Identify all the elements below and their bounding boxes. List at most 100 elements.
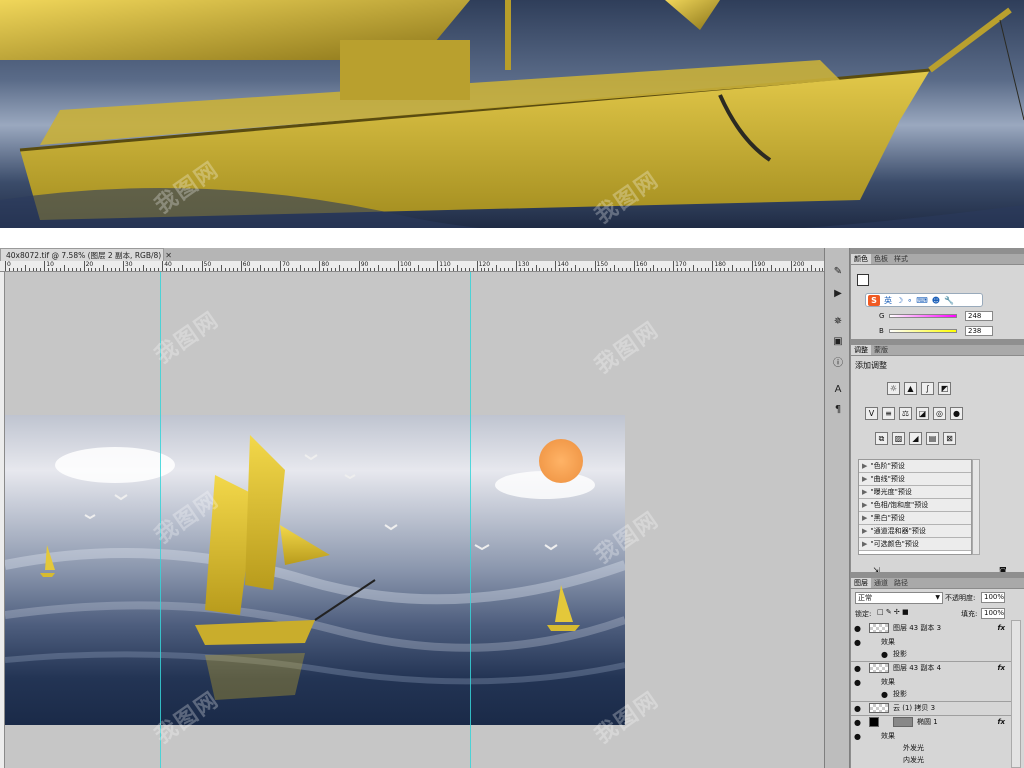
ime-logo[interactable]: S [868, 294, 880, 306]
compass-icon[interactable]: ✵ [831, 314, 845, 328]
ruler-minor-tick [401, 268, 403, 271]
ruler-major-tick [398, 261, 399, 271]
fx-icon[interactable]: fx [997, 716, 1005, 728]
ruler-minor-tick [602, 268, 604, 271]
presets-scrollbar[interactable] [972, 459, 980, 555]
channel-value[interactable]: 238 [965, 326, 993, 336]
black-white-icon[interactable]: ◪ [916, 407, 929, 420]
ruler-minor-tick [586, 268, 588, 271]
preset-item[interactable]: ▶ "曝光度"预设 [859, 486, 971, 499]
hue-saturation-icon[interactable]: ≡ [882, 407, 895, 420]
brush-presets-icon[interactable]: ✎ [831, 264, 845, 278]
image-icon[interactable]: ▣ [831, 334, 845, 348]
guide-line[interactable] [470, 272, 471, 768]
foreground-swatch[interactable] [857, 274, 869, 286]
eye-icon[interactable]: ● [881, 649, 888, 661]
close-icon[interactable]: ✕ [165, 251, 172, 260]
tab-layers[interactable]: 图层 [851, 578, 871, 588]
preset-item[interactable]: ▶ "色相/饱和度"预设 [859, 499, 971, 512]
ruler-minor-tick [107, 268, 109, 271]
effect-row[interactable]: 外发光 [851, 742, 1011, 754]
channel-slider[interactable] [889, 314, 957, 318]
posterize-icon[interactable]: ▨ [892, 432, 905, 445]
tab-adjustments[interactable]: 调整 [851, 345, 871, 355]
eye-icon[interactable]: ● [854, 623, 861, 635]
moon-icon[interactable]: ☽ [896, 296, 903, 305]
info-icon[interactable]: ⓘ [831, 354, 845, 369]
curves-icon[interactable]: ∫ [921, 382, 934, 395]
tab-masks[interactable]: 蒙版 [871, 345, 891, 355]
ruler-major-tick [280, 261, 282, 271]
layers-scrollbar[interactable] [1011, 620, 1021, 768]
keyboard-icon[interactable]: ⌨ [916, 296, 928, 305]
ime-language-toggle[interactable]: 英 [884, 295, 892, 306]
play-icon[interactable]: ▶ [831, 286, 845, 300]
channel-value[interactable]: 248 [965, 311, 993, 321]
exposure-icon[interactable]: ◩ [938, 382, 951, 395]
effects-row[interactable]: ● 效果 [851, 730, 1011, 742]
tab-channels[interactable]: 通道 [871, 578, 891, 588]
eye-icon[interactable]: ● [854, 703, 861, 715]
ruler-minor-tick [818, 268, 820, 271]
effect-row[interactable]: 内发光 [851, 754, 1011, 766]
punctuation-icon[interactable]: ∘ [907, 296, 912, 305]
selective-color-icon[interactable]: ⊠ [943, 432, 956, 445]
adjustment-presets-list: ▶ "色阶"预设 ▶ "曲线"预设 ▶ "曝光度"预设 ▶ "色相/饱和度"预设 ▶ "黑… [858, 459, 972, 555]
artwork-canvas[interactable] [5, 415, 625, 725]
ruler-minor-tick [91, 268, 93, 271]
user-icon[interactable]: ☻ [932, 296, 940, 305]
layer-row[interactable]: ● 图层 43 副本 4 fx [851, 662, 1011, 674]
blend-mode-select[interactable]: 正常 ▼ [855, 592, 943, 604]
fx-icon[interactable]: fx [997, 622, 1005, 634]
effects-row[interactable]: ● 效果 [851, 676, 1011, 688]
photo-filter-icon[interactable]: ◎ [933, 407, 946, 420]
wrench-icon[interactable]: 🔧 [944, 296, 954, 305]
guide-line[interactable] [160, 272, 161, 768]
color-balance-icon[interactable]: ⚖ [899, 407, 912, 420]
channel-mixer-icon[interactable]: ● [950, 407, 963, 420]
tab-swatches[interactable]: 色板 [871, 254, 891, 264]
fill-input[interactable]: 100% [981, 608, 1005, 619]
ruler-minor-tick [48, 268, 50, 271]
eye-icon[interactable]: ● [854, 663, 861, 675]
paragraph-icon[interactable]: ¶ [831, 402, 845, 416]
ruler-minor-tick [323, 268, 325, 271]
ruler-minor-tick [193, 268, 195, 271]
eye-icon[interactable]: ● [881, 689, 888, 701]
lock-icons[interactable]: □ ✎ ✢ ■ [877, 608, 909, 616]
horizontal-ruler[interactable]: 0 10 20 30 40 50 60 70 80 90 100 110 120 130 140 150 160… [0, 261, 824, 272]
layer-row[interactable]: ● 椭圆 1 fx [851, 716, 1011, 728]
preset-item[interactable]: ▶ "色阶"预设 [859, 460, 971, 473]
ime-toolbar[interactable]: S 英 ☽ ∘ ⌨ ☻ 🔧 [865, 293, 983, 307]
ruler-minor-tick [339, 265, 341, 271]
channel-slider[interactable] [889, 329, 957, 333]
fx-icon[interactable]: fx [997, 662, 1005, 674]
tab-paths[interactable]: 路径 [891, 578, 911, 588]
fill-label: 填充: [961, 610, 978, 618]
preset-item[interactable]: ▶ "黑白"预设 [859, 512, 971, 525]
layer-row[interactable]: ● 云 (1) 拷贝 3 [851, 702, 1011, 714]
eye-icon[interactable]: ● [854, 717, 861, 729]
opacity-input[interactable]: 100% [981, 592, 1005, 603]
ruler-minor-tick [492, 268, 494, 271]
effect-row[interactable]: ● 投影 [851, 648, 1011, 660]
document-tab[interactable]: 40x8072.tif @ 7.58% (图层 2 副本, RGB/8) ✕ [0, 248, 172, 261]
tab-styles[interactable]: 样式 [891, 254, 911, 264]
tab-color[interactable]: 颜色 [851, 254, 871, 264]
effect-name: 效果 [881, 638, 895, 646]
vibrance-icon[interactable]: V [865, 407, 878, 420]
effect-row[interactable]: ● 投影 [851, 688, 1011, 700]
invert-icon[interactable]: ⧉ [875, 432, 888, 445]
threshold-icon[interactable]: ◢ [909, 432, 922, 445]
canvas-area[interactable] [5, 272, 824, 768]
preset-item[interactable]: ▶ "可选颜色"预设 [859, 538, 971, 551]
ruler-minor-tick [728, 268, 730, 271]
character-icon[interactable]: A [831, 382, 845, 396]
effects-row[interactable]: ● 效果 [851, 636, 1011, 648]
layer-row[interactable]: ● 图层 43 副本 3 fx [851, 622, 1011, 634]
preset-item[interactable]: ▶ "曲线"预设 [859, 473, 971, 486]
levels-icon[interactable]: ▲ [904, 382, 917, 395]
brightness-icon[interactable]: ☼ [887, 382, 900, 395]
preset-item[interactable]: ▶ "通道混和器"预设 [859, 525, 971, 538]
gradient-map-icon[interactable]: ▤ [926, 432, 939, 445]
